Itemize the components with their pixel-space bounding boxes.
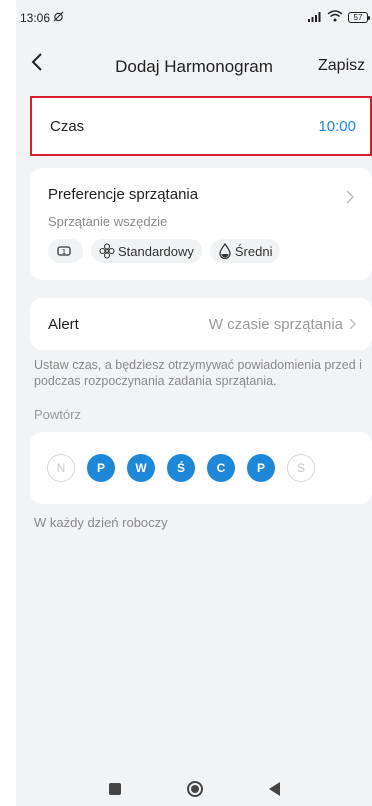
preferences-title: Preferencje sprzątania bbox=[48, 186, 199, 203]
day-monday-toggle[interactable]: P bbox=[87, 454, 115, 482]
alert-value-group: W czasie sprzątania bbox=[209, 316, 356, 333]
day-wednesday-toggle[interactable]: Ś bbox=[167, 454, 195, 482]
svg-text:1: 1 bbox=[62, 248, 66, 256]
app-screen: 13:06 57 Dodaj Harmonogram Zapisz Czas 1… bbox=[16, 0, 372, 806]
time-row[interactable]: Czas 10:00 bbox=[30, 96, 372, 156]
header: Dodaj Harmonogram Zapisz bbox=[16, 40, 372, 86]
signal-icon bbox=[308, 11, 322, 25]
status-time: 13:06 bbox=[20, 11, 51, 25]
system-nav-bar bbox=[16, 772, 372, 806]
nav-back-button[interactable] bbox=[268, 782, 280, 796]
alert-row[interactable]: Alert W czasie sprzątania bbox=[30, 298, 372, 350]
water-drop-icon bbox=[219, 243, 231, 259]
fan-icon bbox=[99, 243, 115, 259]
status-icons: 57 bbox=[308, 10, 370, 25]
chevron-right-icon bbox=[346, 190, 355, 209]
notification-info-text: Ustaw czas, a będziesz otrzymywać powiad… bbox=[34, 358, 362, 388]
recents-button[interactable] bbox=[108, 783, 121, 795]
chevron-right-icon bbox=[349, 318, 356, 330]
status-time-group: 13:06 bbox=[20, 11, 64, 25]
alert-value: W czasie sprzątania bbox=[208, 315, 343, 333]
water-chip-label: Średni bbox=[234, 243, 273, 259]
home-button[interactable] bbox=[186, 781, 203, 797]
status-bar: 13:06 57 bbox=[16, 0, 372, 40]
alert-label: Alert bbox=[48, 315, 79, 333]
day-saturday-toggle[interactable]: S bbox=[287, 454, 315, 482]
day-tuesday-toggle[interactable]: W bbox=[127, 454, 155, 482]
repeat-days-card: N P W Ś C P S bbox=[30, 432, 372, 504]
repeat-summary: W każdy dzień roboczy bbox=[34, 515, 168, 530]
repeat-label: Powtórz bbox=[34, 407, 81, 422]
cleaning-preferences-card[interactable]: Preferencje sprzątania Sprzątanie wszędz… bbox=[30, 168, 372, 280]
save-button[interactable]: Zapisz bbox=[318, 57, 365, 75]
suction-chip-label: Standardowy bbox=[118, 243, 194, 259]
water-chip: Średni bbox=[209, 239, 281, 263]
battery-icon: 57 bbox=[348, 12, 370, 23]
time-label: Czas bbox=[50, 117, 85, 135]
suction-chip: Standardowy bbox=[91, 239, 202, 263]
preference-chips: 1 Standardowy Średni bbox=[48, 239, 354, 263]
time-value[interactable]: 10:00 bbox=[318, 118, 356, 135]
cycle-chip: 1 bbox=[48, 239, 83, 263]
wifi-icon bbox=[327, 10, 343, 25]
cycle-icon: 1 bbox=[57, 246, 71, 256]
alarm-off-icon bbox=[53, 11, 64, 25]
day-thursday-toggle[interactable]: C bbox=[207, 454, 235, 482]
day-sunday-toggle[interactable]: N bbox=[47, 454, 75, 482]
home-dot-icon bbox=[190, 785, 199, 793]
preferences-subtitle: Sprzątanie wszędzie bbox=[48, 214, 168, 229]
day-friday-toggle[interactable]: P bbox=[247, 454, 275, 482]
